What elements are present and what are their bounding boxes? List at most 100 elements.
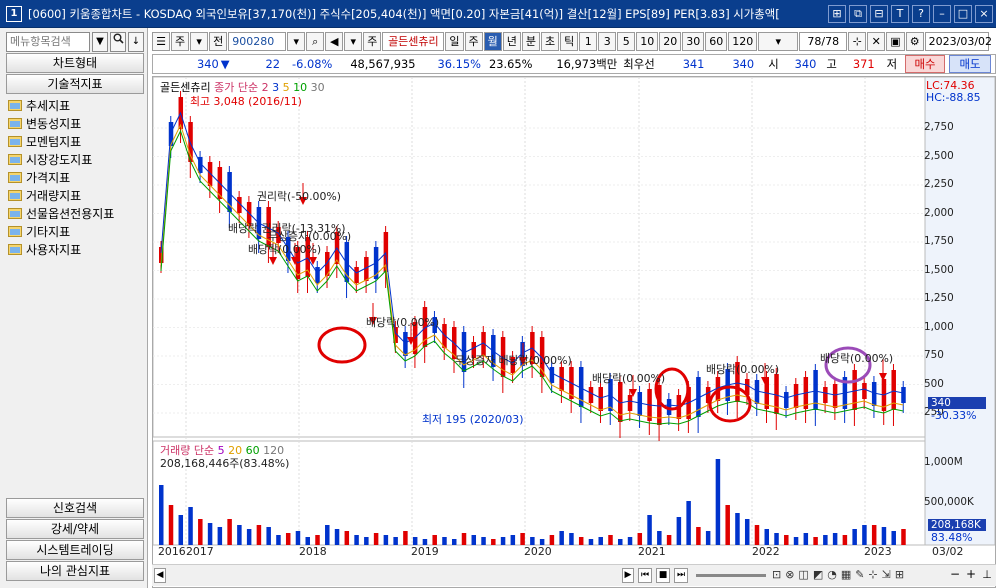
volume-bar <box>334 529 340 545</box>
tree-item[interactable]: 모멘텀지표 <box>8 132 114 150</box>
volume-bar <box>627 537 633 545</box>
close-button[interactable]: × <box>975 4 993 23</box>
volume-bar <box>295 531 301 545</box>
interval-30[interactable]: 30 <box>682 31 705 51</box>
volume-bar <box>549 535 555 545</box>
sell-button[interactable]: 매도 <box>949 55 991 73</box>
scroll-left-icon[interactable]: ◀ <box>154 568 166 583</box>
tree-item[interactable]: 변동성지표 <box>8 114 114 132</box>
period-month[interactable]: 월 <box>483 31 502 51</box>
first-page-icon[interactable]: ⏮ <box>638 568 652 583</box>
zoom-out-icon[interactable]: − <box>948 568 962 583</box>
chevron-down-icon[interactable]: ▾ <box>344 31 363 51</box>
system-trading-button[interactable]: 시스템트레이딩 <box>6 540 144 560</box>
window-icon-button-1[interactable]: ⊞ <box>828 4 846 23</box>
interval-20[interactable]: 20 <box>659 31 682 51</box>
volume-bar <box>705 531 711 545</box>
window-icon-button-2[interactable]: ⧉ <box>849 4 867 23</box>
volume-bar <box>520 533 525 545</box>
stock-code-input[interactable]: 900280 <box>228 31 287 51</box>
interval-1[interactable]: 1 <box>579 31 598 51</box>
volume-bar <box>618 539 623 545</box>
interval-5[interactable]: 5 <box>617 31 636 51</box>
interval-3[interactable]: 3 <box>598 31 617 51</box>
volume-bar <box>871 525 877 545</box>
technical-indicator-button[interactable]: 기술적지표 <box>6 74 144 94</box>
scroll-right-icon[interactable]: ▶ <box>622 568 634 583</box>
last-page-icon[interactable]: ⏭ <box>674 568 688 583</box>
chart-type-button[interactable]: 차트형태 <box>6 53 144 73</box>
crosshair-icon[interactable]: ✕ <box>867 31 886 51</box>
volume-bar <box>500 537 506 545</box>
strength-button[interactable]: 강세/약세 <box>6 519 144 539</box>
indicator-sidebar: 메뉴항목검색 ▼ ↓ 차트형태 기술적지표 추세지표 변동성지표 모멘텀지표 시… <box>0 28 148 588</box>
menu-search-input[interactable]: 메뉴항목검색 <box>6 32 90 52</box>
minimize-button[interactable]: – <box>933 4 951 23</box>
period-tick[interactable]: 틱 <box>560 31 579 51</box>
maximize-button[interactable]: □ <box>954 4 972 23</box>
tree-item[interactable]: 거래량지표 <box>8 186 114 204</box>
interval-10[interactable]: 10 <box>636 31 659 51</box>
chevron-down-icon[interactable]: ▾ <box>287 31 306 51</box>
zoom-slider[interactable] <box>696 574 766 577</box>
y-tick: 1,500 <box>924 264 954 276</box>
period-day[interactable]: 일 <box>445 31 464 51</box>
save-icon[interactable]: ▣ <box>886 31 905 51</box>
buy-button[interactable]: 매수 <box>905 55 945 73</box>
price-change-percent: -6.08% <box>292 57 333 71</box>
period-second[interactable]: 초 <box>541 31 560 51</box>
window-icon-button-3[interactable]: ⊟ <box>870 4 888 23</box>
volume-bar <box>793 537 799 545</box>
period-minute[interactable]: 분 <box>521 31 540 51</box>
volume-bar <box>647 515 652 545</box>
data-count-field[interactable]: 78/78 <box>799 31 848 51</box>
font-button[interactable]: T <box>891 4 909 23</box>
event-arrow <box>269 257 277 265</box>
list-icon[interactable]: ☰ <box>152 31 170 51</box>
tree-item[interactable]: 사용자지표 <box>8 240 114 258</box>
folder-icon <box>8 117 22 129</box>
legend-ma-30: 30 <box>310 81 325 94</box>
tree-item[interactable]: 시장강도지표 <box>8 150 114 168</box>
signal-search-button[interactable]: 신호검색 <box>6 498 144 518</box>
x-label: 2017 <box>186 545 214 558</box>
tree-item[interactable]: 추세지표 <box>8 96 114 114</box>
zoom-in-icon[interactable]: + <box>964 568 978 583</box>
help-button[interactable]: ? <box>912 4 930 23</box>
speaker-icon[interactable]: ◀ <box>325 31 344 51</box>
volume-bar <box>696 527 701 545</box>
chevron-down-icon[interactable]: ▾ <box>190 31 209 51</box>
tree-item[interactable]: 선물옵션전용지표 <box>8 204 114 222</box>
current-pct-tag: -30.33% <box>931 409 977 422</box>
interval-120[interactable]: 120 <box>728 31 758 51</box>
chart-scrollbar[interactable]: ◀ ▶ ⏮ ■ ⏭ ⊡⊗◫◩◔▦✎⊹⇲⊞ − + ⊥ <box>152 564 996 586</box>
gear-icon[interactable]: ⚙ <box>905 31 924 51</box>
period-unit-select[interactable]: 주 <box>171 31 190 51</box>
period-week[interactable]: 주 <box>464 31 483 51</box>
search-icon[interactable]: ⌕ <box>306 31 325 51</box>
x-label: 2021 <box>638 545 666 558</box>
chevron-down-icon[interactable]: ▾ <box>758 31 799 51</box>
download-icon[interactable]: ↓ <box>128 32 144 52</box>
search-icon[interactable] <box>110 32 126 52</box>
stock-info-icon[interactable]: 주 <box>363 31 382 51</box>
tree-item[interactable]: 가격지표 <box>8 168 114 186</box>
folder-icon <box>8 207 22 219</box>
volume-bar <box>198 519 203 545</box>
volume-bar <box>344 531 350 545</box>
chart-area[interactable] <box>152 76 996 588</box>
my-indicator-button[interactable]: 나의 관심지표 <box>6 561 144 581</box>
prev-toggle[interactable]: 전 <box>209 31 228 51</box>
chart-canvas[interactable] <box>153 77 995 587</box>
period-year[interactable]: 년 <box>502 31 521 51</box>
down-arrow-icon: ▼ <box>220 57 230 71</box>
tree-item[interactable]: 기타지표 <box>8 222 114 240</box>
settings-icon-1[interactable]: ⊹ <box>848 31 867 51</box>
stop-icon[interactable]: ■ <box>656 568 670 583</box>
chevron-down-icon[interactable]: ▼ <box>92 32 108 52</box>
interval-60[interactable]: 60 <box>705 31 728 51</box>
date-field[interactable]: 2023/03/02 <box>924 31 992 51</box>
volume-bar <box>842 535 848 545</box>
align-icon[interactable]: ⊥ <box>980 568 994 583</box>
y-axis-panel <box>924 77 995 546</box>
